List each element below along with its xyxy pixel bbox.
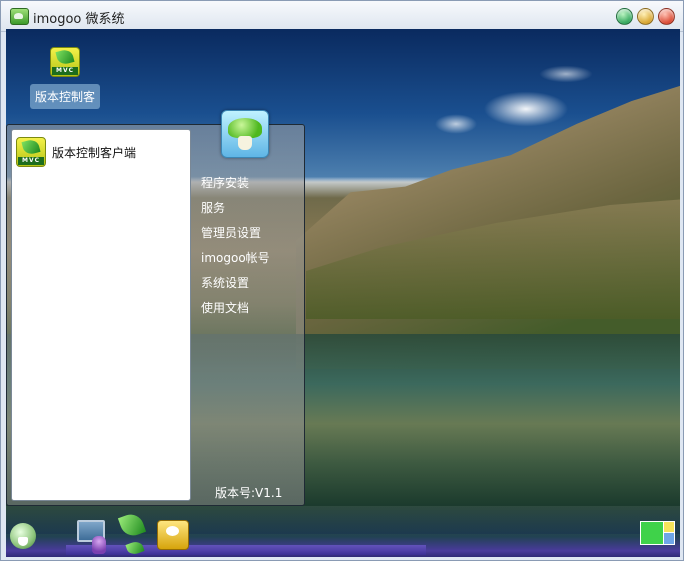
tray-icon[interactable] [640,521,675,545]
user-mushroom-icon[interactable] [221,110,269,158]
mvc-leaf-icon: MVC [50,47,80,77]
app-logo-icon [10,8,29,25]
mvc-leaf-icon: MVC [16,137,46,167]
user-icon[interactable] [92,536,106,554]
taskbar-glow [66,545,426,555]
program-item-version-control-client[interactable]: MVC 版本控制客户端 [16,136,136,168]
program-item-label: 版本控制客户端 [52,145,137,160]
app-window: imogoo 微系统 MVC 版本控制客 MVC 版本控制客户端 程序安装 服务… [0,0,684,561]
desktop: MVC 版本控制客 MVC 版本控制客户端 程序安装 服务 管理员设置 imog… [6,29,680,557]
desktop-icon-version-control[interactable]: MVC 版本控制客 [30,47,100,109]
app-icon[interactable] [157,520,189,550]
window-title: imogoo 微系统 [33,12,125,27]
menu-item-system-settings[interactable]: 系统设置 [201,271,270,296]
menu-item-documentation[interactable]: 使用文档 [201,296,270,321]
program-list: MVC 版本控制客户端 [11,129,191,501]
start-menu-links: 程序安装 服务 管理员设置 imogoo帐号 系统设置 使用文档 [201,171,270,321]
maximize-button[interactable] [637,8,654,25]
menu-item-services[interactable]: 服务 [201,196,270,221]
minimize-button[interactable] [616,8,633,25]
start-mushroom-icon[interactable] [10,523,36,549]
menu-item-program-install[interactable]: 程序安装 [201,171,270,196]
menu-item-admin-settings[interactable]: 管理员设置 [201,221,270,246]
desktop-icon-label: 版本控制客 [30,84,100,109]
taskbar [6,506,680,557]
version-label: 版本号:V1.1 [215,486,283,500]
start-menu: MVC 版本控制客户端 程序安装 服务 管理员设置 imogoo帐号 系统设置 … [6,110,305,506]
leaf-icon[interactable] [117,510,147,540]
menu-item-imogoo-account[interactable]: imogoo帐号 [201,246,270,271]
title-bar[interactable]: imogoo 微系统 [1,1,683,32]
close-button[interactable] [658,8,675,25]
